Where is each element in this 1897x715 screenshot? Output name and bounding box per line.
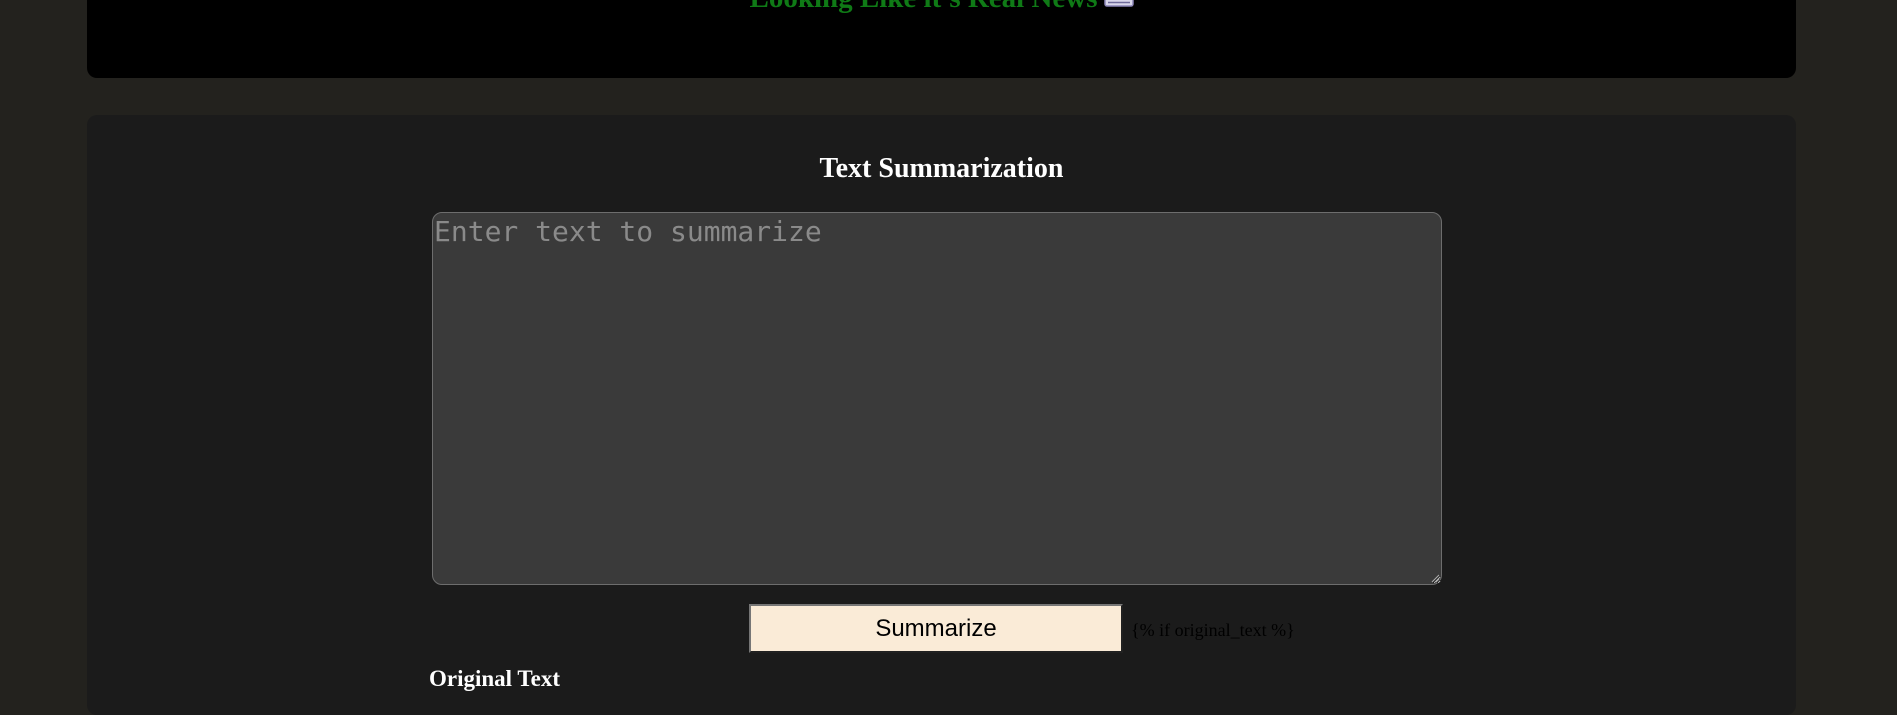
section-title: Text Summarization <box>819 153 1064 184</box>
newspaper-icon <box>1103 0 1134 15</box>
site-header: Looking Like it's Real News <box>87 0 1796 78</box>
site-title: Looking Like it's Real News <box>87 0 1796 17</box>
summary-text-input[interactable] <box>432 212 1442 585</box>
site-title-text: Looking Like it's Real News <box>749 0 1097 14</box>
template-tag-text: {% if original_text %} <box>1131 620 1295 640</box>
original-text-heading: Original Text <box>429 666 560 691</box>
summarize-button[interactable]: Summarize <box>749 604 1123 653</box>
summarizer-panel: Text Summarization Summarize {% if origi… <box>87 115 1796 715</box>
